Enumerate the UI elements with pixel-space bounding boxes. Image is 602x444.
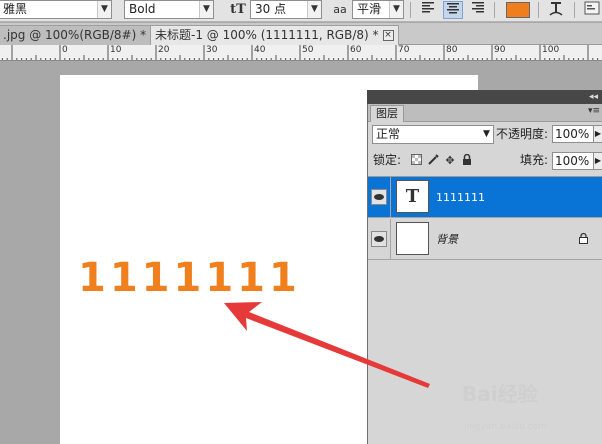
watermark: Bai经验 jingyan.baidu.com xyxy=(462,378,602,444)
watermark-url: jingyan.baidu.com xyxy=(464,422,548,432)
watermark-logo: Bai经验 xyxy=(462,382,538,406)
